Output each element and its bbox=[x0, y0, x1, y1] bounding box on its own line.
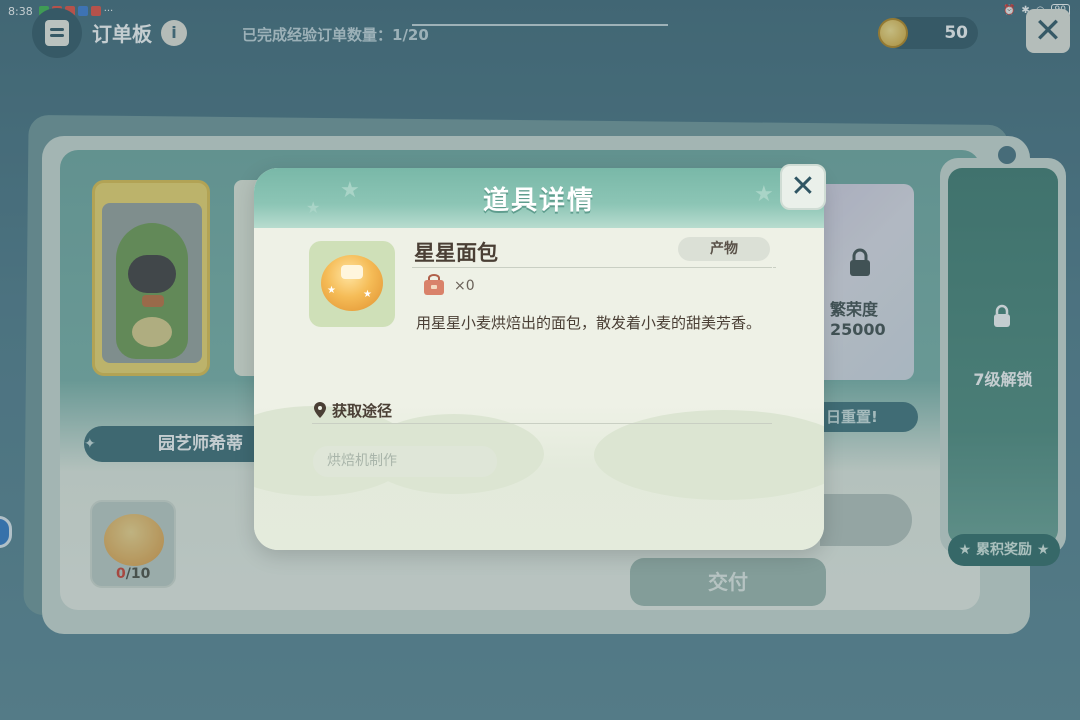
item-description: 用星星小麦烘焙出的面包，散发着小麦的甜美芳香。 bbox=[416, 314, 762, 332]
item-category-tag: 产物 bbox=[678, 237, 770, 261]
item-detail-modal: ★ ★ ★ 道具详情 ★ ★ 星星面包 产物 ×0 用星星小麦烘焙出的面包，散发着… bbox=[254, 168, 824, 550]
item-name: 星星面包 bbox=[414, 241, 498, 265]
divider bbox=[312, 423, 772, 424]
star-bread-icon: ★ ★ bbox=[321, 255, 383, 311]
location-pin-icon bbox=[314, 402, 326, 418]
source-heading: 获取途径 bbox=[332, 402, 393, 420]
owned-count: ×0 bbox=[454, 278, 475, 294]
divider bbox=[412, 267, 776, 268]
bag-icon bbox=[424, 274, 444, 295]
modal-title: 道具详情 bbox=[482, 186, 595, 216]
close-icon[interactable]: ✕ bbox=[780, 164, 826, 210]
source-method[interactable]: 烘焙机制作 bbox=[313, 446, 497, 477]
item-image: ★ ★ bbox=[309, 241, 395, 327]
